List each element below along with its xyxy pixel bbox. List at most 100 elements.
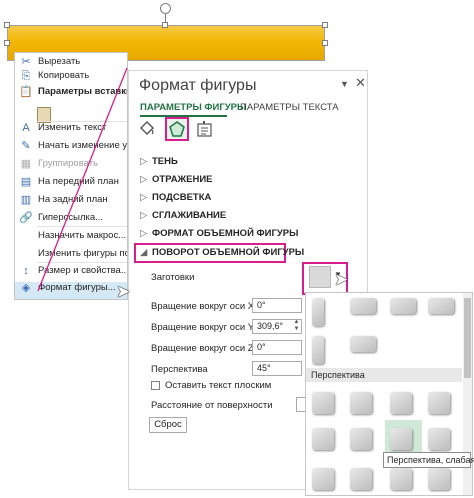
section-header-label: СГЛАЖИВАНИЕ [152, 210, 227, 221]
format-shape-icon: ◈ [21, 282, 31, 294]
collapsed-arrow-icon: ▷ [140, 174, 148, 185]
preset-tile[interactable] [312, 428, 334, 450]
preset-tile[interactable] [350, 468, 372, 490]
context-menu-item[interactable]: 🔗 Гиперссылка... [15, 209, 127, 227]
section-header-label: ПОВОРОТ ОБЪЕМНОЙ ФИГУРЫ [152, 247, 305, 258]
preset-tile[interactable] [350, 298, 376, 314]
menu-separator [37, 262, 127, 263]
close-icon[interactable]: ✕ [355, 75, 366, 91]
preset-tile[interactable] [312, 336, 324, 364]
preset-tile[interactable] [390, 468, 412, 490]
preset-tile[interactable] [390, 298, 416, 314]
mouse-cursor-icon: ➤ [116, 282, 131, 301]
preset-tile[interactable] [428, 392, 450, 414]
context-menu-item-label: Начать изменение узлов [38, 140, 127, 151]
preset-tile[interactable] [312, 298, 324, 326]
hyperlink-icon: 🔗 [19, 212, 33, 224]
panel-title: Формат фигуры [139, 77, 257, 94]
section-header-label: ОТРАЖЕНИЕ [152, 174, 213, 185]
context-menu-item-label: Изменить фигуры по умолчанию [38, 248, 127, 259]
resize-handle-top-left[interactable] [4, 22, 10, 28]
context-menu-item[interactable]: ↕ Размер и свойства... [15, 262, 127, 280]
y-rotation-spinner[interactable]: ▲ ▼ [292, 319, 301, 334]
section-header-label: ПОДСВЕТКА [152, 192, 212, 203]
distance-label: Расстояние от поверхности [151, 400, 273, 411]
context-menu-item[interactable]: 📋 Параметры вставки: [15, 83, 127, 101]
paste-icon: 📋 [19, 86, 33, 98]
context-menu-item-label: Параметры вставки: [38, 86, 127, 97]
presets-label: Заготовки [151, 272, 195, 283]
context-menu-item-label: Назначить макрос... [38, 230, 127, 241]
resize-handle-left[interactable] [4, 40, 10, 46]
context-menu-item[interactable]: ▥ На задний план [15, 191, 127, 209]
collapsed-arrow-icon: ▷ [140, 156, 148, 167]
preset-tile[interactable] [428, 468, 450, 490]
perspective-label: Перспектива [151, 364, 208, 375]
tab-shape-options[interactable]: ПАРАМЕТРЫ ФИГУРЫ [140, 102, 246, 113]
y-rotation-label: Вращение вокруг оси Y [151, 322, 255, 333]
preset-tile[interactable] [350, 392, 372, 414]
context-menu-item[interactable]: ◈ Формат фигуры... [15, 279, 127, 297]
resize-handle-top-right[interactable] [322, 22, 328, 28]
section-header[interactable]: ▷ ФОРМАТ ОБЪЕМНОЙ ФИГУРЫ [140, 226, 298, 242]
preset-tile[interactable] [312, 392, 334, 414]
panel-options-arrow-icon[interactable]: ▼ [340, 79, 349, 89]
context-menu-item-label: На задний план [38, 194, 108, 205]
keep-text-flat-checkbox[interactable] [151, 381, 160, 390]
context-menu-item[interactable]: Назначить макрос... [15, 227, 127, 245]
size-properties-icon: ↕ [23, 265, 29, 277]
resize-handle-right[interactable] [322, 40, 328, 46]
x-rotation-label: Вращение вокруг оси X [151, 301, 255, 312]
collapsed-arrow-icon: ▷ [140, 228, 148, 239]
mouse-cursor-icon: ➤ [334, 270, 349, 289]
reset-button[interactable]: Сброс [149, 417, 187, 433]
context-menu-item[interactable]: ▤ На передний план [15, 173, 127, 191]
z-rotation-label: Вращение вокруг оси Z [151, 343, 254, 354]
size-properties-icon[interactable] [197, 121, 213, 137]
send-backward-icon: ▥ [20, 194, 32, 206]
rotation-handle[interactable] [160, 3, 171, 14]
section-header[interactable]: ▷ ОТРАЖЕНИЕ [140, 172, 213, 188]
gallery-scrollbar-thumb[interactable] [464, 298, 471, 378]
perspective-input[interactable]: 45° [252, 361, 302, 376]
section-header[interactable]: ▷ СГЛАЖИВАНИЕ [140, 208, 226, 224]
pentagon-effects-icon[interactable] [169, 121, 185, 137]
preset-tile[interactable] [350, 336, 376, 352]
fill-line-icon[interactable] [138, 120, 156, 138]
preset-tile[interactable] [428, 298, 454, 314]
context-menu-item[interactable]: ▦ Группировать [15, 155, 127, 173]
tooltip: Перспектива, слабая [383, 452, 474, 468]
expanded-arrow-icon: ◢ [140, 247, 148, 258]
context-menu-item[interactable]: Изменить фигуры по умолчанию [15, 245, 127, 263]
group-icon: ▦ [20, 158, 32, 170]
context-menu-item-label: Гиперссылка... [38, 212, 104, 223]
menu-separator [37, 226, 127, 227]
preset-tile[interactable] [390, 392, 412, 414]
context-menu-item-label: На передний план [38, 176, 119, 187]
copy-icon: ⎘ [21, 70, 31, 82]
section-header[interactable]: ▷ ТЕНЬ [140, 154, 178, 170]
section-header[interactable]: ◢ ПОВОРОТ ОБЪЕМНОЙ ФИГУРЫ [140, 245, 304, 261]
section-header-label: ФОРМАТ ОБЪЕМНОЙ ФИГУРЫ [152, 228, 299, 239]
resize-handle-top[interactable] [162, 22, 168, 28]
context-menu-item-label: Формат фигуры... [38, 282, 116, 293]
context-menu-item-label: Группировать [38, 158, 99, 169]
section-header[interactable]: ▷ ПОДСВЕТКА [140, 190, 211, 206]
preset-tile[interactable] [428, 428, 450, 450]
x-rotation-input[interactable]: 0° [252, 298, 302, 313]
edit-points-icon: ✎ [21, 140, 31, 152]
context-menu-item-label: Размер и свойства... [38, 265, 127, 276]
z-rotation-input[interactable]: 0° [252, 340, 302, 355]
menu-separator [37, 121, 127, 122]
tab-text-options[interactable]: ПАРАМЕТРЫ ТЕКСТА [240, 102, 339, 113]
preset-tile[interactable] [312, 468, 334, 490]
context-menu-item[interactable]: ✎ Начать изменение узлов [15, 137, 127, 155]
preset-preview-icon [309, 266, 331, 288]
preset-tile[interactable] [390, 428, 412, 450]
preset-tile[interactable] [350, 428, 372, 450]
section-header-label: ТЕНЬ [152, 156, 178, 167]
collapsed-arrow-icon: ▷ [140, 210, 148, 221]
keep-text-flat-label: Оставить текст плоским [165, 380, 272, 391]
gallery-category-perspective: Перспектива [306, 368, 462, 382]
collapsed-arrow-icon: ▷ [140, 192, 148, 203]
